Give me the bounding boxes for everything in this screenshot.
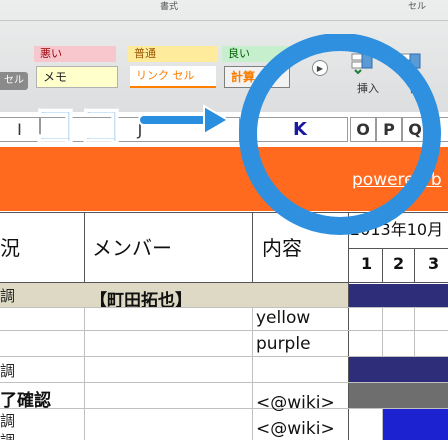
style-memo[interactable]: メモ <box>36 66 118 88</box>
style-bad[interactable]: 悪い <box>34 46 116 62</box>
grid-body-v2 <box>252 307 253 440</box>
grid-v1 <box>84 212 85 282</box>
format-group-title: 書式 <box>160 2 179 12</box>
day-1-label: 1 <box>361 254 373 273</box>
annotation-text: ココ <box>32 99 124 148</box>
cell-style-button[interactable]: セル <box>0 72 28 90</box>
row-e-left: 調 <box>0 430 15 440</box>
content-wiki-2[interactable]: <@wiki> <box>256 419 335 439</box>
grid-row-2 <box>0 330 448 331</box>
header-status: 況 <box>0 236 20 260</box>
grid-day-2 <box>414 248 415 282</box>
style-neutral[interactable]: 普通 <box>128 46 218 62</box>
row-a-left: 調 <box>0 287 16 305</box>
row-c-left: 了確認 <box>0 391 51 411</box>
style-link-cell[interactable]: リンク セル <box>130 66 216 88</box>
grid-row-1 <box>0 307 448 308</box>
excel-window: 書式 セル 悪い 普通 良い メモ リンク セル 計算 セル ▶ 挿入 削 I … <box>0 0 448 440</box>
ribbon-divider <box>0 20 448 21</box>
gantt-bar-row-d <box>383 409 448 440</box>
content-purple[interactable]: purple <box>256 334 311 354</box>
content-yellow[interactable]: yellow <box>256 308 310 328</box>
grid-date-bottom <box>348 248 448 249</box>
grid-day-1 <box>382 248 383 282</box>
highlight-circle <box>230 33 448 244</box>
cell-group-title: セル <box>408 2 427 12</box>
gantt-bar-member <box>349 284 448 307</box>
day-3-label: 3 <box>428 254 440 273</box>
gantt-bar-row-b <box>349 357 448 382</box>
content-wiki-1[interactable]: <@wiki> <box>256 393 335 413</box>
row-d-left: 調 <box>0 412 16 430</box>
grid-body-v1 <box>84 307 85 440</box>
gantt-bar-row-c <box>349 383 448 408</box>
header-member: メンバー <box>92 236 172 260</box>
day-2-label: 2 <box>393 254 405 273</box>
row-b-left: 調 <box>0 362 16 380</box>
grid-row-5 <box>0 408 448 409</box>
annotation-arrow: ココ <box>31 96 232 154</box>
